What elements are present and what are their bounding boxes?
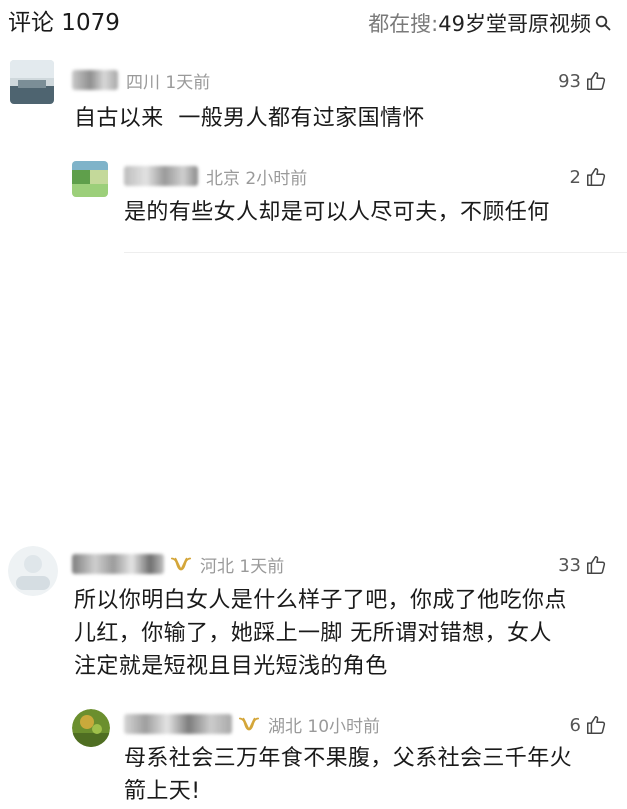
comment-text-line: 所以你明白女人是什么样子了吧，你成了他吃你点 (74, 588, 567, 613)
avatar[interactable] (72, 709, 110, 747)
reply-text-line: 母系社会三万年食不果腹，父系社会三千年火 (124, 746, 573, 771)
thumbs-up-icon (587, 72, 606, 90)
location-time: 河北 1天前 (200, 556, 285, 577)
comment-item: 河北 1天前 33 所以你明白女人是什么样子了吧，你成了他吃你点 儿红，你输了，… (0, 538, 627, 809)
comment-meta: 四川 1天前 (72, 67, 210, 93)
divider (124, 252, 627, 253)
like-button[interactable]: 33 (558, 552, 607, 578)
username[interactable] (72, 70, 118, 90)
comment-count-title: 评论 1079 (8, 10, 120, 36)
reply-meta: 湖北 10小时前 (124, 711, 380, 737)
comments-header: 评论 1079 都在搜: 49岁堂哥原视频 (0, 0, 627, 48)
thumbs-up-icon (587, 716, 606, 734)
trending-search-link[interactable]: 都在搜: 49岁堂哥原视频 (368, 8, 611, 38)
reply-text: 母系社会三万年食不果腹，父系社会三千年火 箭上天! (124, 742, 572, 808)
reply-item: 湖北 10小时前 6 母系社会三万年食不果腹，父系社会三千年火 箭上天! (0, 704, 627, 809)
comment-meta: 河北 1天前 (72, 551, 284, 577)
like-button[interactable]: 6 (570, 712, 607, 738)
vip-badge-icon (238, 717, 260, 731)
reply-text-line: 箭上天! (124, 779, 201, 804)
username[interactable] (72, 554, 164, 574)
thumbs-up-icon (587, 556, 606, 574)
like-button[interactable]: 2 (570, 164, 607, 190)
comment-item: 四川 1天前 93 自古以来 一般男人都有过家国情怀 北京 2小时前 2 是的有… (0, 56, 627, 256)
search-prefix-label: 都在搜: (368, 12, 439, 36)
username[interactable] (124, 714, 232, 734)
like-count: 33 (558, 554, 581, 576)
like-count: 2 (569, 166, 581, 188)
reply-text: 是的有些女人却是可以人尽可夫，不顾任何 (124, 200, 550, 225)
like-count: 6 (569, 714, 581, 736)
comment-text: 所以你明白女人是什么样子了吧，你成了他吃你点 儿红，你输了，她踩上一脚 无所谓对… (74, 584, 567, 683)
avatar[interactable] (10, 60, 54, 104)
reply-meta: 北京 2小时前 (124, 163, 307, 189)
location-time: 湖北 10小时前 (268, 716, 381, 737)
reply-item: 北京 2小时前 2 是的有些女人却是可以人尽可夫，不顾任何 (0, 156, 627, 246)
search-term-label: 49岁堂哥原视频 (438, 12, 591, 36)
like-count: 93 (558, 70, 581, 92)
comment-text-line: 儿红，你输了，她踩上一脚 无所谓对错想，女人 (74, 621, 552, 646)
comment-text: 自古以来 一般男人都有过家国情怀 (74, 106, 425, 131)
like-button[interactable]: 93 (558, 68, 607, 94)
location-time: 北京 2小时前 (206, 168, 308, 189)
avatar[interactable] (8, 546, 58, 596)
vip-badge-icon (170, 557, 192, 571)
search-icon (595, 15, 611, 31)
thumbs-up-icon (587, 168, 606, 186)
username[interactable] (124, 166, 198, 186)
location-time: 四川 1天前 (126, 72, 211, 93)
comment-text-line: 注定就是短视且目光短浅的角色 (74, 654, 388, 679)
avatar[interactable] (72, 161, 108, 197)
